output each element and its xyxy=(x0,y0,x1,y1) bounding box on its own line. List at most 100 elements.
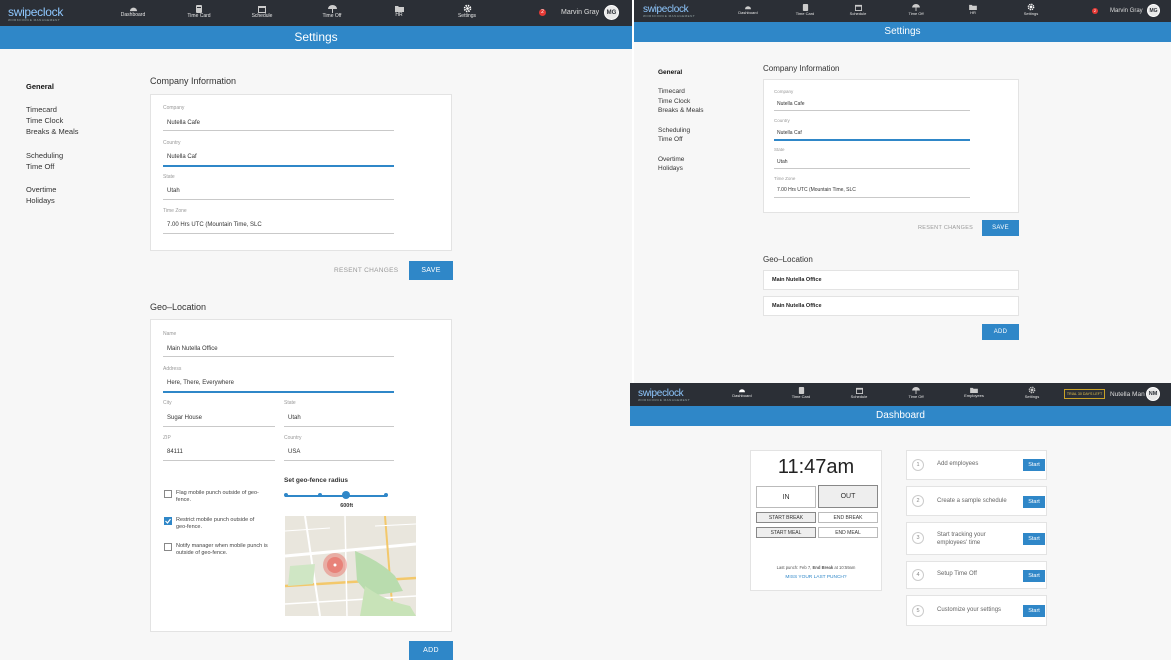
sidebar-item-general[interactable]: General xyxy=(658,69,682,76)
punch-out-button[interactable]: OUT xyxy=(818,485,878,508)
slider-stop xyxy=(284,493,288,497)
nav-timeoff[interactable]: Time Off xyxy=(902,4,930,16)
top-nav: swipeclock WORKFORCE MANAGEMENT Dashboard… xyxy=(634,0,1171,22)
last-punch-text: Last punch: Feb 7, End Break at 10:59am xyxy=(776,565,856,570)
avatar[interactable]: MG xyxy=(604,5,619,20)
end-break-button[interactable]: END BREAK xyxy=(818,512,878,523)
geo-state-label: State xyxy=(284,400,296,406)
company-field[interactable]: Nutella Cafe xyxy=(777,101,805,107)
country-field[interactable]: Nutella Caf xyxy=(167,154,197,160)
avatar[interactable]: NM xyxy=(1146,387,1160,401)
sidebar-item-scheduling[interactable]: Scheduling xyxy=(26,151,63,160)
sidebar-item-holidays[interactable]: Holidays xyxy=(658,165,683,172)
user-name[interactable]: Marvin Gray xyxy=(1110,8,1143,14)
nav-settings[interactable]: Settings xyxy=(1017,3,1045,16)
nav-dashboard[interactable]: Dashboard xyxy=(728,387,756,398)
brand-logo[interactable]: swipeclock WORKFORCE MANAGEMENT xyxy=(643,4,695,18)
country-field[interactable]: Nutella Caf xyxy=(777,130,802,136)
nav-dashboard[interactable]: Dashboard xyxy=(734,4,762,15)
flag-punch-checkbox[interactable] xyxy=(164,490,172,498)
nav-schedule[interactable]: Schedule xyxy=(845,387,873,399)
start-button[interactable]: Start xyxy=(1023,570,1045,582)
start-button[interactable]: Start xyxy=(1023,496,1045,508)
gear-icon xyxy=(1027,3,1035,11)
start-button[interactable]: Start xyxy=(1023,533,1045,545)
sidebar-item-timeoff[interactable]: Time Off xyxy=(658,136,683,143)
start-button[interactable]: Start xyxy=(1023,459,1045,471)
nav-timecard[interactable]: Time Card xyxy=(787,387,815,399)
notify-manager-checkbox[interactable] xyxy=(164,543,172,551)
nav-timecard[interactable]: Time Card xyxy=(184,5,214,19)
geo-city-field[interactable]: Sugar House xyxy=(167,415,202,421)
start-button[interactable]: Start xyxy=(1023,605,1045,617)
top-nav: swipeclock WORKFORCE MANAGEMENT Dashboard… xyxy=(0,0,632,26)
nav-timeoff[interactable]: Time Off xyxy=(317,5,347,19)
nav-dashboard[interactable]: Dashboard xyxy=(118,5,148,18)
brand-logo[interactable]: swipeclock WORKFORCE MANAGEMENT xyxy=(8,5,63,22)
brand-logo[interactable]: swipeclock WORKFORCE MANAGEMENT xyxy=(638,388,690,402)
geo-state-field[interactable]: Utah xyxy=(288,415,301,421)
start-break-button[interactable]: START BREAK xyxy=(756,512,816,523)
geo-address-field[interactable]: Here, There, Everywhere xyxy=(167,380,234,386)
sidebar-item-timeclock[interactable]: Time Clock xyxy=(658,98,690,105)
geo-list-item[interactable]: Main Nutella Office xyxy=(763,270,1019,290)
company-card: Company Nutella Cafe Country Nutella Caf… xyxy=(150,94,452,251)
geo-fence-map[interactable] xyxy=(285,516,416,616)
company-heading: Company Information xyxy=(150,76,237,86)
sidebar-item-timecard[interactable]: Timecard xyxy=(26,105,57,114)
avatar[interactable]: MG xyxy=(1147,4,1160,17)
resent-changes-link[interactable]: RESENT CHANGES xyxy=(918,225,973,231)
resent-changes-link[interactable]: RESENT CHANGES xyxy=(334,267,398,274)
user-name[interactable]: Nutella Man xyxy=(1110,391,1145,398)
nav-settings[interactable]: Settings xyxy=(1018,386,1046,399)
start-meal-button[interactable]: START MEAL xyxy=(756,527,816,538)
radius-slider-track[interactable] xyxy=(285,495,387,497)
sidebar-item-general[interactable]: General xyxy=(26,82,54,91)
nav-employees[interactable]: Employees xyxy=(960,387,988,398)
trial-badge[interactable]: TRIAL 30 DAYS LEFT xyxy=(1064,389,1105,399)
state-field[interactable]: Utah xyxy=(167,188,180,194)
punch-in-button[interactable]: IN xyxy=(756,486,816,508)
geo-list-item[interactable]: Main Nutella Office xyxy=(763,296,1019,316)
nav-schedule[interactable]: Schedule xyxy=(247,5,277,19)
geo-name-label: Name xyxy=(163,331,177,337)
nav-timecard[interactable]: Time Card xyxy=(791,4,819,16)
sidebar-item-overtime[interactable]: Overtime xyxy=(26,185,56,194)
end-meal-button[interactable]: END MEAL xyxy=(818,527,878,538)
nav-schedule[interactable]: Schedule xyxy=(844,4,872,16)
sidebar-item-holidays[interactable]: Holidays xyxy=(26,196,55,205)
notification-badge[interactable]: 2 xyxy=(1092,8,1098,14)
add-geo-button[interactable]: ADD xyxy=(409,641,453,660)
add-geo-button[interactable]: ADD xyxy=(982,324,1019,340)
timezone-field[interactable]: 7.00 Hrs UTC (Mountain Time, SLC xyxy=(167,222,262,228)
company-field[interactable]: Nutella Cafe xyxy=(167,120,200,126)
sidebar-item-breaks[interactable]: Breaks & Meals xyxy=(658,107,704,114)
nav-timeoff[interactable]: Time Off xyxy=(902,387,930,399)
timezone-field[interactable]: 7.00 Hrs UTC (Mountain Time, SLC xyxy=(777,187,856,193)
notification-badge[interactable]: 2 xyxy=(539,9,546,16)
state-field[interactable]: Utah xyxy=(777,159,788,165)
sidebar-item-breaks[interactable]: Breaks & Meals xyxy=(26,127,79,136)
company-underline xyxy=(774,110,970,111)
sidebar-item-timeoff[interactable]: Time Off xyxy=(26,162,54,171)
radius-slider-thumb[interactable] xyxy=(342,491,351,499)
nav-settings[interactable]: Settings xyxy=(452,4,482,19)
nav-hr[interactable]: HR xyxy=(959,4,987,15)
sidebar-item-timeclock[interactable]: Time Clock xyxy=(26,116,63,125)
restrict-punch-checkbox[interactable] xyxy=(164,517,172,525)
geo-zip-field[interactable]: 84111 xyxy=(167,449,183,455)
geo-country-field[interactable]: USA xyxy=(288,449,300,455)
umbrella-icon xyxy=(912,4,920,11)
geo-country-label: Country xyxy=(284,435,302,441)
nav-hr[interactable]: HR xyxy=(384,5,414,18)
sidebar-item-scheduling[interactable]: Scheduling xyxy=(658,127,690,134)
save-button[interactable]: SAVE xyxy=(982,220,1019,236)
onboarding-step: 1 Add employees Start xyxy=(906,450,1047,480)
missed-punch-link[interactable]: MISS YOUR LAST PUNCH? xyxy=(751,575,881,580)
user-name[interactable]: Marvin Gray xyxy=(561,9,599,16)
umbrella-icon xyxy=(912,387,920,394)
sidebar-item-timecard[interactable]: Timecard xyxy=(658,88,685,95)
save-button[interactable]: SAVE xyxy=(409,261,453,280)
sidebar-item-overtime[interactable]: Overtime xyxy=(658,156,684,163)
geo-name-field[interactable]: Main Nutella Office xyxy=(167,346,218,352)
